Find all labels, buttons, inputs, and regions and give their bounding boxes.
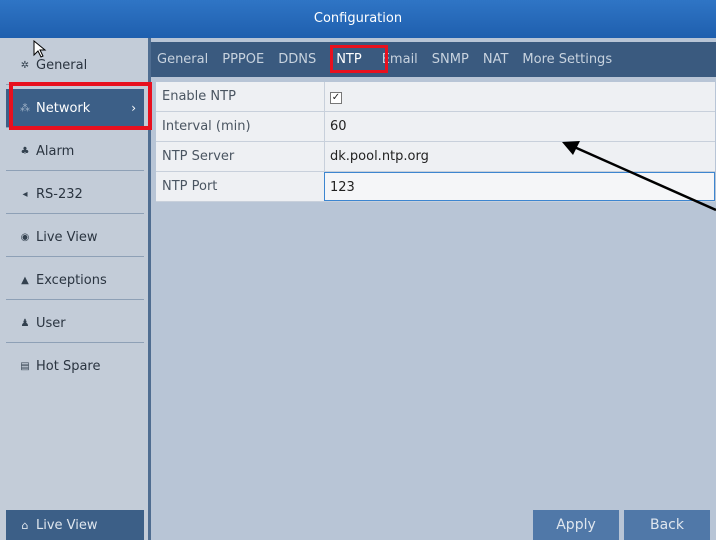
mouse-cursor-icon <box>33 40 47 58</box>
arrow-line <box>571 144 716 212</box>
back-button[interactable]: Back <box>624 510 710 540</box>
annotation-arrow <box>562 141 716 212</box>
apply-button[interactable]: Apply <box>533 510 619 540</box>
